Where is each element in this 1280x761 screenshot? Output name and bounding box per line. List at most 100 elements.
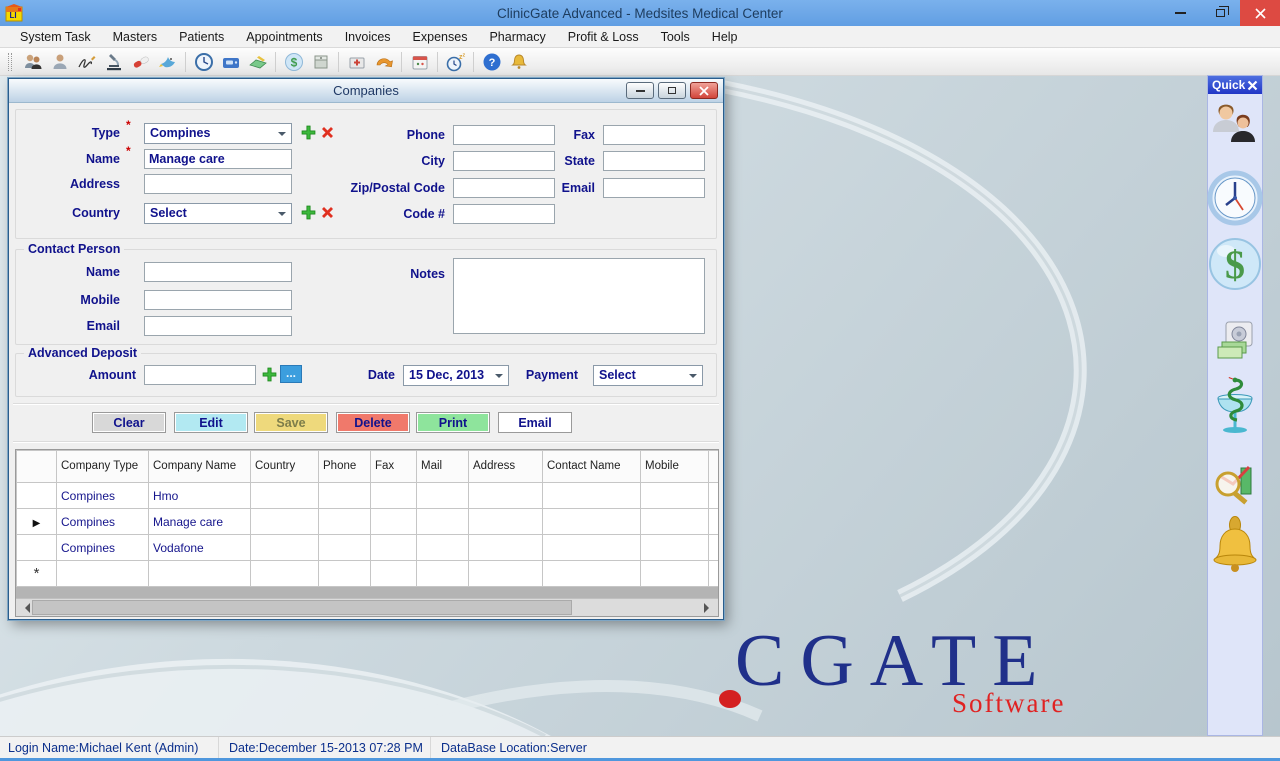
grid-row-hmo[interactable]: Compines Hmo [17,483,720,509]
menu-tools[interactable]: Tools [650,26,701,48]
cell-company-type[interactable]: Compines [57,535,149,561]
scroll-right-icon[interactable] [704,603,714,613]
bird-icon[interactable] [155,49,180,74]
grid-header-company-type[interactable]: Company Type [57,451,149,483]
window-close-button[interactable] [1240,0,1280,26]
amount-input[interactable] [144,365,256,385]
date-label: Date [316,365,395,385]
notes-textarea[interactable] [453,258,705,334]
contact-person-title: Contact Person [24,242,124,256]
menu-patients[interactable]: Patients [168,26,235,48]
invoice-money-icon[interactable] [245,49,270,74]
email-label: Email [526,178,595,198]
advanced-deposit-group: Advanced Deposit Amount ... Date 15 Dec,… [15,353,717,397]
grid-header-country[interactable]: Country [251,451,319,483]
help-icon[interactable]: ? [479,49,504,74]
status-login-name: Login Name:Michael Kent (Admin) [8,737,198,759]
dollar-icon[interactable]: $ [281,49,306,74]
country-label: Country [16,203,120,223]
print-button[interactable]: Print [416,412,490,433]
cell-company-name[interactable]: Vodafone [149,535,251,561]
clock-icon[interactable] [191,49,216,74]
quick-reports-search-icon[interactable] [1212,454,1258,506]
close-icon [699,86,709,96]
cell-company-type-selected[interactable]: Compines [57,509,149,535]
quick-close-icon[interactable] [1247,80,1258,91]
hand-bell-icon[interactable] [506,49,531,74]
window-restore-button[interactable] [1200,0,1240,26]
new-row-icon: * [34,565,40,582]
microscope-icon[interactable] [101,49,126,74]
undo-arrow-icon[interactable] [371,49,396,74]
clear-button[interactable]: Clear [92,412,166,433]
menu-invoices[interactable]: Invoices [334,26,402,48]
menu-system-task[interactable]: System Task [9,26,102,48]
grid-row-manage-care[interactable]: ▶ Compines Manage care [17,509,720,535]
email-button[interactable]: Email [498,412,572,433]
delete-button[interactable]: Delete [336,412,410,433]
quick-expenses-safe-icon[interactable] [1212,320,1258,364]
quick-patients-icon[interactable] [1209,102,1261,158]
grid-header-phone[interactable]: Phone [319,451,371,483]
phone-label: Phone [256,125,445,145]
deposit-more-button[interactable]: ... [280,365,302,383]
patients-group-icon[interactable] [20,49,45,74]
calendar-box-icon[interactable] [407,49,432,74]
window-minimize-button[interactable] [1160,0,1200,26]
grid-row-vodafone[interactable]: Compines Vodafone [17,535,720,561]
companies-grid: Company Type Company Name Country Phone … [15,449,719,617]
fax-input[interactable] [603,125,705,145]
quick-appointments-clock-icon[interactable] [1207,170,1263,226]
background-logo-subtext: Software [952,688,1065,719]
fax-machine-icon[interactable] [218,49,243,74]
grid-header-clipped[interactable] [709,451,720,483]
contact-email-input[interactable] [144,316,292,336]
grid-header-mail[interactable]: Mail [417,451,469,483]
quick-pharmacy-icon[interactable] [1212,376,1258,440]
payment-combobox[interactable]: Select [593,365,703,386]
save-button[interactable]: Save [254,412,328,433]
add-deposit-button[interactable] [261,366,277,382]
toolbar: $ zz ? [0,48,1280,76]
grid-header-address[interactable]: Address [469,451,543,483]
menu-profit-loss[interactable]: Profit & Loss [557,26,650,48]
contact-name-input[interactable] [144,262,292,282]
state-input[interactable] [603,151,705,171]
edit-button[interactable]: Edit [174,412,248,433]
menu-expenses[interactable]: Expenses [402,26,479,48]
package-box-icon[interactable] [308,49,333,74]
dialog-close-button[interactable] [690,82,718,99]
menu-help[interactable]: Help [701,26,749,48]
scroll-left-icon[interactable] [20,603,30,613]
menu-appointments[interactable]: Appointments [235,26,333,48]
code-input[interactable] [453,204,555,224]
quick-payments-dollar-icon[interactable]: $ [1207,236,1263,292]
menu-pharmacy[interactable]: Pharmacy [478,26,556,48]
menu-masters[interactable]: Masters [102,26,168,48]
toolbar-separator [275,52,276,72]
prescription-signature-icon[interactable] [74,49,99,74]
capsule-icon[interactable] [128,49,153,74]
cell-company-name[interactable]: Hmo [149,483,251,509]
dialog-minimize-button[interactable] [626,82,654,99]
grid-new-row[interactable]: * [17,561,720,587]
cell-company-name[interactable]: Manage care [149,509,251,535]
snooze-clock-icon[interactable]: zz [443,49,468,74]
date-combobox[interactable]: 15 Dec, 2013 [403,365,509,386]
amount-label: Amount [16,365,136,385]
patient-icon[interactable] [47,49,72,74]
grid-header-row: Company Type Company Name Country Phone … [17,451,720,483]
dialog-maximize-button[interactable] [658,82,686,99]
grid-horizontal-scrollbar[interactable] [16,598,718,616]
cell-company-type[interactable]: Compines [57,483,149,509]
medical-kit-icon[interactable] [344,49,369,74]
grid-header-company-name[interactable]: Company Name [149,451,251,483]
email-input[interactable] [603,178,705,198]
grid-header-mobile[interactable]: Mobile [641,451,709,483]
scrollbar-thumb[interactable] [32,600,572,615]
grid-header-contact-name[interactable]: Contact Name [543,451,641,483]
grid-header-fax[interactable]: Fax [371,451,417,483]
menu-bar: System Task Masters Patients Appointment… [0,26,1280,48]
contact-mobile-input[interactable] [144,290,292,310]
quick-reminder-bell-icon[interactable] [1210,516,1260,574]
